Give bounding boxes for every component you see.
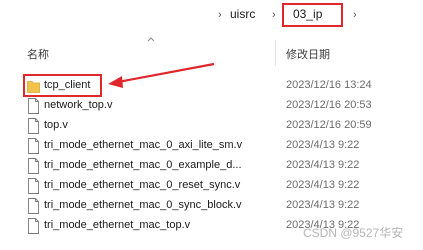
watermark: CSDN @9527华安 — [303, 226, 404, 240]
red-arrow-icon — [108, 62, 215, 88]
